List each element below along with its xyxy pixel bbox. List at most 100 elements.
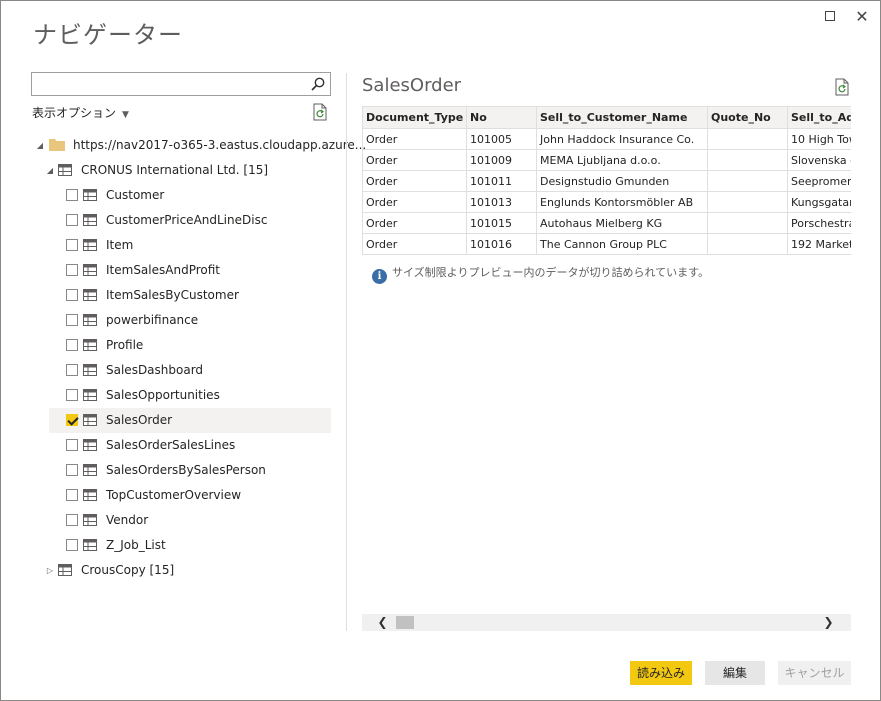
navigator-dialog: ナビゲーター ✕ 表示オプション ▼ ◢ https://nav2017-o365…: [0, 0, 881, 701]
tree-item-table[interactable]: TopCustomerOverview: [49, 483, 331, 508]
table-checkbox[interactable]: [66, 364, 78, 376]
tree-item-table[interactable]: SalesOrder: [49, 408, 331, 433]
table-checkbox[interactable]: [66, 314, 78, 326]
table-checkbox[interactable]: [66, 189, 78, 201]
table-icon: [83, 364, 97, 376]
cancel-button[interactable]: キャンセル: [778, 661, 851, 685]
scroll-left-icon[interactable]: ❮: [374, 614, 391, 631]
table-row: Order 101013 Englunds Kontorsmöbler AB Kung…: [362, 191, 851, 213]
tree-item-label: CustomerPriceAndLineDisc: [106, 213, 268, 227]
table-icon: [58, 164, 72, 176]
table-cell: John Haddock Insurance Co.: [536, 128, 708, 150]
table-cell: Order: [362, 233, 467, 255]
tree-item-root[interactable]: ◢ https://nav2017-o365-3.eastus.cloudapp…: [31, 133, 366, 158]
table-cell: 192 Market S: [787, 233, 851, 255]
table-cell: Englunds Kontorsmöbler AB: [536, 191, 708, 213]
tree-item-table[interactable]: ItemSalesAndProfit: [49, 258, 331, 283]
tree-item-table[interactable]: CustomerPriceAndLineDisc: [49, 208, 331, 233]
close-button[interactable]: ✕: [852, 7, 872, 27]
table-icon: [83, 214, 97, 226]
table-cell: 101016: [466, 233, 537, 255]
tree-item-crouscopy[interactable]: ▷ CrousCopy [15]: [31, 558, 331, 583]
column-header[interactable]: No: [466, 106, 537, 129]
tree-item-table[interactable]: SalesOpportunities: [49, 383, 331, 408]
table-checkbox[interactable]: [66, 464, 78, 476]
collapse-icon[interactable]: ◢: [35, 133, 45, 158]
horizontal-scrollbar[interactable]: ❮ ❯: [362, 614, 851, 631]
column-header[interactable]: Sell_to_Add: [787, 106, 851, 129]
table-icon: [83, 314, 97, 326]
scroll-right-icon[interactable]: ❯: [820, 614, 837, 631]
search-input[interactable]: [36, 73, 306, 95]
tree-item-label: https://nav2017-o365-3.eastus.cloudapp.a…: [73, 138, 367, 152]
tree-item-table[interactable]: Z_Job_List: [49, 533, 331, 558]
refresh-icon[interactable]: [312, 103, 328, 121]
table-checkbox[interactable]: [66, 214, 78, 226]
refresh-icon[interactable]: [834, 78, 850, 96]
table-row: Order 101015 Autohaus Mielberg KG Porschest…: [362, 212, 851, 234]
column-header[interactable]: Sell_to_Customer_Name: [536, 106, 708, 129]
column-header[interactable]: Document_Type: [362, 106, 467, 129]
table-checkbox[interactable]: [66, 489, 78, 501]
tree-item-label: SalesOpportunities: [106, 388, 220, 402]
table-icon: [83, 239, 97, 251]
table-cell: Order: [362, 212, 467, 234]
tree-item-label: powerbifinance: [106, 313, 199, 327]
maximize-button[interactable]: [820, 7, 840, 27]
dialog-title: ナビゲーター: [33, 21, 183, 49]
search-box: [31, 72, 331, 96]
table-icon: [83, 539, 97, 551]
table-checkbox[interactable]: [66, 264, 78, 276]
tree-item-table[interactable]: Vendor: [49, 508, 331, 533]
table-checkbox[interactable]: [66, 514, 78, 526]
tree-item-table[interactable]: Profile: [49, 333, 331, 358]
table-cell: [707, 212, 788, 234]
edit-button[interactable]: 編集: [705, 661, 765, 685]
table-icon: [83, 389, 97, 401]
tree-item-label: CRONUS International Ltd. [15]: [81, 163, 269, 177]
table-icon: [83, 264, 97, 276]
table-checkbox[interactable]: [66, 414, 78, 426]
tree-item-table[interactable]: SalesDashboard: [49, 358, 331, 383]
tree-item-label: SalesOrdersBySalesPerson: [106, 463, 266, 477]
info-icon: i: [372, 269, 387, 284]
table-cell: Autohaus Mielberg KG: [536, 212, 708, 234]
table-checkbox[interactable]: [66, 389, 78, 401]
table-checkbox[interactable]: [66, 439, 78, 451]
table-cell: [707, 170, 788, 192]
table-cell: Porschestraß: [787, 212, 851, 234]
tree-item-table[interactable]: SalesOrdersBySalesPerson: [49, 458, 331, 483]
search-icon[interactable]: [310, 76, 326, 92]
tree-item-table[interactable]: powerbifinance: [49, 308, 331, 333]
tree-item-label: TopCustomerOverview: [106, 488, 242, 502]
tree-item-table[interactable]: Customer: [49, 183, 331, 208]
table-icon: [83, 289, 97, 301]
preview-grid[interactable]: Document_Type No Sell_to_Customer_Name Quot…: [362, 106, 851, 256]
table-checkbox[interactable]: [66, 339, 78, 351]
tree-item-label: Z_Job_List: [106, 538, 166, 552]
table-icon: [83, 414, 97, 426]
table-checkbox[interactable]: [66, 539, 78, 551]
scroll-thumb[interactable]: [396, 616, 414, 629]
table-row: Order101011Designstudio Gmunden Seepromen…: [362, 170, 851, 192]
tree-item-company[interactable]: ◢ CRONUS International Ltd. [15]: [31, 158, 331, 183]
tree-item-table[interactable]: SalesOrderSalesLines: [49, 433, 331, 458]
chevron-down-icon: ▼: [122, 110, 129, 120]
table-icon: [83, 439, 97, 451]
collapse-icon[interactable]: ◢: [45, 158, 55, 183]
notice-text: サイズ制限よりプレビュー内のデータが切り詰められています。: [392, 266, 710, 279]
table-cell: The Cannon Group PLC: [536, 233, 708, 255]
panel-divider[interactable]: [346, 73, 347, 631]
table-checkbox[interactable]: [66, 239, 78, 251]
expand-icon[interactable]: ▷: [45, 558, 55, 583]
table-icon: [83, 189, 97, 201]
load-button[interactable]: 読み込み: [630, 661, 692, 685]
display-options-dropdown[interactable]: 表示オプション ▼: [32, 104, 129, 121]
column-header[interactable]: Quote_No: [707, 106, 788, 129]
tree-item-table[interactable]: Item: [49, 233, 331, 258]
tree-item-label: SalesOrderSalesLines: [106, 438, 236, 452]
table-checkbox[interactable]: [66, 289, 78, 301]
tree-item-table[interactable]: ItemSalesByCustomer: [49, 283, 331, 308]
table-cell: 101009: [466, 149, 537, 171]
truncation-notice: i サイズ制限よりプレビュー内のデータが切り詰められています。: [372, 264, 709, 284]
